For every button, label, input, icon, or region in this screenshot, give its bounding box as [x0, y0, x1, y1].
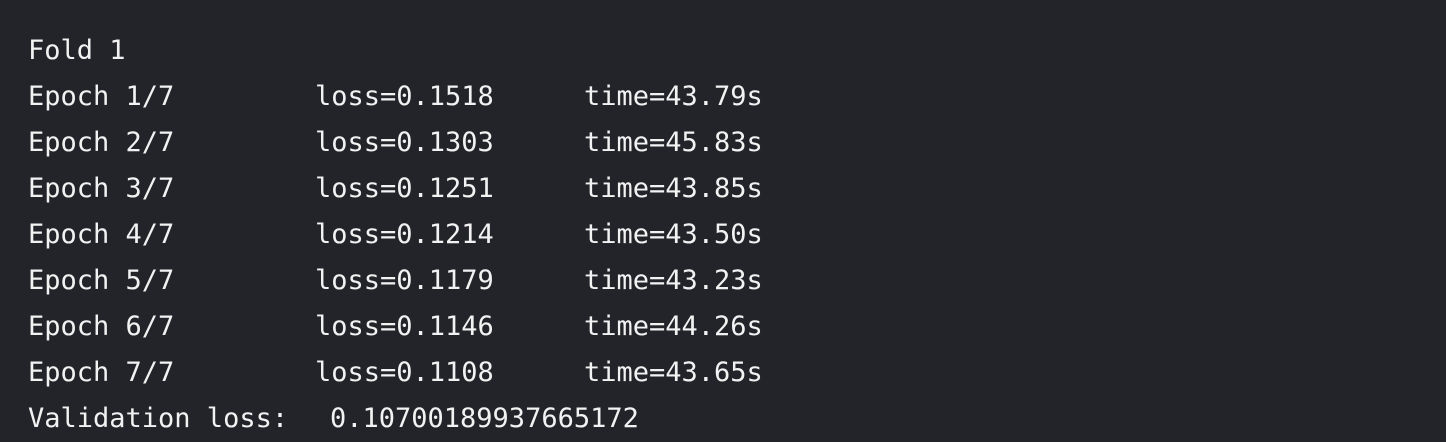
console-output: Fold 1 Epoch 1/7 loss=0.1518 time=43.79s… — [0, 0, 1446, 442]
epoch-label: Epoch 2/7 — [28, 127, 175, 158]
epoch-label: Epoch 3/7 — [28, 173, 175, 204]
epoch-row: Epoch 2/7 loss=0.1303 time=45.83s — [28, 120, 1446, 166]
epoch-label: Epoch 1/7 — [28, 81, 175, 112]
loss-value: loss=0.1251 — [315, 173, 494, 204]
loss-value: loss=0.1303 — [315, 127, 494, 158]
fold-header: Fold 1 — [28, 35, 126, 66]
time-value: time=44.26s — [584, 311, 763, 342]
epoch-row: Epoch 6/7 loss=0.1146 time=44.26s — [28, 304, 1446, 350]
time-value: time=43.79s — [584, 81, 763, 112]
time-value: time=43.85s — [584, 173, 763, 204]
epoch-label: Epoch 5/7 — [28, 265, 175, 296]
epoch-row: Epoch 3/7 loss=0.1251 time=43.85s — [28, 166, 1446, 212]
validation-label: Validation loss: — [28, 403, 289, 434]
epoch-row: Epoch 7/7 loss=0.1108 time=43.65s — [28, 350, 1446, 396]
epoch-label: Epoch 4/7 — [28, 219, 175, 250]
epoch-label: Epoch 7/7 — [28, 357, 175, 388]
loss-value: loss=0.1108 — [315, 357, 494, 388]
time-value: time=43.50s — [584, 219, 763, 250]
epoch-row: Epoch 5/7 loss=0.1179 time=43.23s — [28, 258, 1446, 304]
loss-value: loss=0.1518 — [315, 81, 494, 112]
loss-value: loss=0.1214 — [315, 219, 494, 250]
loss-value: loss=0.1179 — [315, 265, 494, 296]
time-value: time=43.23s — [584, 265, 763, 296]
epoch-row: Epoch 4/7 loss=0.1214 time=43.50s — [28, 212, 1446, 258]
time-value: time=45.83s — [584, 127, 763, 158]
epoch-row: Epoch 1/7 loss=0.1518 time=43.79s — [28, 74, 1446, 120]
validation-value: 0.10700189937665172 — [330, 403, 639, 434]
epoch-label: Epoch 6/7 — [28, 311, 175, 342]
validation-row: Validation loss: 0.10700189937665172 — [28, 396, 1446, 442]
time-value: time=43.65s — [584, 357, 763, 388]
loss-value: loss=0.1146 — [315, 311, 494, 342]
